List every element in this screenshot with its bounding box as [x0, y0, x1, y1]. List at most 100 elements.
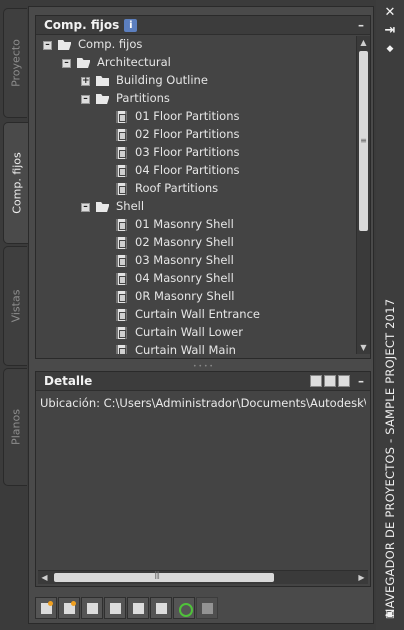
tree-node-construct[interactable]: 0R Masonry Shell [36, 288, 357, 306]
tree-node-construct[interactable]: 02 Floor Partitions [36, 126, 357, 144]
collapse-icon[interactable]: – [81, 203, 90, 212]
construct-icon [114, 309, 129, 321]
collapse-icon[interactable]: – [62, 59, 71, 68]
scroll-left-icon[interactable]: ◀ [38, 571, 51, 584]
tree-node-label: Curtain Wall Main [135, 343, 236, 354]
tree-node-construct[interactable]: Roof Partitions [36, 180, 357, 198]
tree-node-label: 02 Floor Partitions [135, 127, 240, 141]
project-navigator-frame: Comp. fijos i – – Comp. fijos – Architec… [28, 6, 374, 624]
tree-panel-header: Comp. fijos i – [36, 16, 370, 35]
detail-panel-title: Detalle [44, 374, 93, 388]
properties-view-icon[interactable] [338, 375, 350, 387]
tree-node-label: 04 Masonry Shell [135, 271, 234, 285]
detail-scroll-thumb[interactable] [54, 570, 274, 582]
expand-icon[interactable]: + [81, 77, 90, 86]
refresh-icon[interactable] [173, 597, 195, 619]
paste-icon[interactable] [104, 597, 126, 619]
tree-node-shell[interactable]: – Shell [36, 198, 357, 216]
tree-node-building-outline[interactable]: + Building Outline [36, 72, 357, 90]
tree-node-construct[interactable]: 01 Masonry Shell [36, 216, 357, 234]
tree-node-construct[interactable]: 03 Floor Partitions [36, 144, 357, 162]
detail-panel-header: Detalle – [36, 372, 370, 391]
scroll-up-icon[interactable]: ▲ [357, 36, 370, 49]
tree-node-label: Architectural [97, 55, 171, 69]
tab-comp-fijos-label: Comp. fijos [10, 152, 23, 214]
tab-vistas-label: Vistas [9, 289, 22, 323]
constructs-tree[interactable]: – Comp. fijos – Architectural + Building… [36, 36, 357, 354]
detail-panel: Detalle – Ubicación: C:\Users\Administra… [35, 371, 371, 587]
tree-node-label: 03 Floor Partitions [135, 145, 240, 159]
tree-node-construct[interactable]: 02 Masonry Shell [36, 234, 357, 252]
tree-node-construct[interactable]: Curtain Wall Main [36, 342, 357, 354]
properties-menu-icon[interactable]: ◆ [383, 42, 397, 56]
tab-proyecto-label: Proyecto [9, 39, 22, 87]
tree-node-label: 02 Masonry Shell [135, 235, 234, 249]
tree-node-label: Roof Partitions [135, 181, 219, 195]
info-icon[interactable]: i [124, 18, 138, 32]
tree-node-construct[interactable]: 04 Masonry Shell [36, 270, 357, 288]
tree-node-construct[interactable]: 04 Floor Partitions [36, 162, 357, 180]
properties-icon[interactable] [150, 597, 172, 619]
construct-icon [114, 219, 129, 231]
close-icon[interactable]: ✕ [383, 6, 397, 20]
collapse-icon[interactable]: – [43, 41, 52, 50]
tree-node-comp-fijos[interactable]: – Comp. fijos [36, 36, 357, 54]
detail-view-tools [310, 375, 350, 387]
construct-icon [114, 129, 129, 141]
folder-open-icon [95, 201, 110, 213]
tab-planos[interactable]: Planos [3, 368, 27, 486]
folder-closed-icon [95, 75, 110, 87]
construct-icon [114, 291, 129, 303]
auto-hide-icon[interactable]: ⇥ [383, 24, 397, 38]
detail-horizontal-scrollbar[interactable]: ◀ ▶ [38, 570, 368, 584]
tree-node-label: 04 Floor Partitions [135, 163, 240, 177]
detail-view-icon[interactable] [310, 375, 322, 387]
folder-open-icon [95, 93, 110, 105]
tree-node-label: 01 Floor Partitions [135, 109, 240, 123]
tree-node-label: Curtain Wall Entrance [135, 307, 260, 321]
construct-icon [114, 147, 129, 159]
tree-node-construct[interactable]: 03 Masonry Shell [36, 252, 357, 270]
tree-vertical-scrollbar[interactable]: ▲ ▼ [356, 36, 370, 354]
tab-planos-label: Planos [9, 409, 22, 445]
repath-icon[interactable] [196, 597, 218, 619]
folder-open-icon [76, 57, 91, 69]
tree-node-partitions[interactable]: – Partitions [36, 90, 357, 108]
palette-title-bar: ✕ ⇥ ◆ NAVEGADOR DE PROYECTOS - SAMPLE PR… [376, 0, 404, 630]
tree-scroll-thumb[interactable] [359, 51, 368, 231]
tree-panel-minimize-button[interactable]: – [358, 18, 364, 32]
tree-node-construct[interactable]: Curtain Wall Entrance [36, 306, 357, 324]
construct-icon [114, 165, 129, 177]
constructs-tree-panel: Comp. fijos i – – Comp. fijos – Architec… [35, 15, 371, 359]
scroll-right-icon[interactable]: ▶ [355, 571, 368, 584]
construct-icon [114, 273, 129, 285]
tree-node-label: 03 Masonry Shell [135, 253, 234, 267]
palette-title: NAVEGADOR DE PROYECTOS - SAMPLE PROJECT … [383, 298, 397, 618]
construct-icon [114, 183, 129, 195]
construct-icon [114, 327, 129, 339]
navigator-toolbar [35, 597, 218, 619]
construct-icon [114, 111, 129, 123]
detail-panel-minimize-button[interactable]: – [358, 374, 364, 388]
add-existing-icon[interactable] [81, 597, 103, 619]
tree-node-construct[interactable]: 01 Floor Partitions [36, 108, 357, 126]
preview-view-icon[interactable] [324, 375, 336, 387]
tree-panel-title: Comp. fijos [44, 18, 120, 32]
select-icon[interactable] [127, 597, 149, 619]
collapse-icon[interactable]: – [81, 95, 90, 104]
scroll-down-icon[interactable]: ▼ [357, 341, 370, 354]
tab-proyecto[interactable]: Proyecto [3, 8, 27, 118]
tree-node-construct[interactable]: Curtain Wall Lower [36, 324, 357, 342]
tree-node-label: Partitions [116, 91, 170, 105]
tab-comp-fijos[interactable]: Comp. fijos [3, 122, 29, 244]
new-construct-icon[interactable] [35, 597, 57, 619]
tree-node-label: Comp. fijos [78, 37, 143, 51]
tree-node-architectural[interactable]: – Architectural [36, 54, 357, 72]
construct-icon [114, 345, 129, 354]
tab-vistas[interactable]: Vistas [3, 246, 27, 366]
construct-icon [114, 255, 129, 267]
new-category-icon[interactable] [58, 597, 80, 619]
location-path-text: Ubicación: C:\Users\Administrador\Docume… [40, 396, 366, 410]
construct-icon [114, 237, 129, 249]
tree-node-label: Curtain Wall Lower [135, 325, 243, 339]
